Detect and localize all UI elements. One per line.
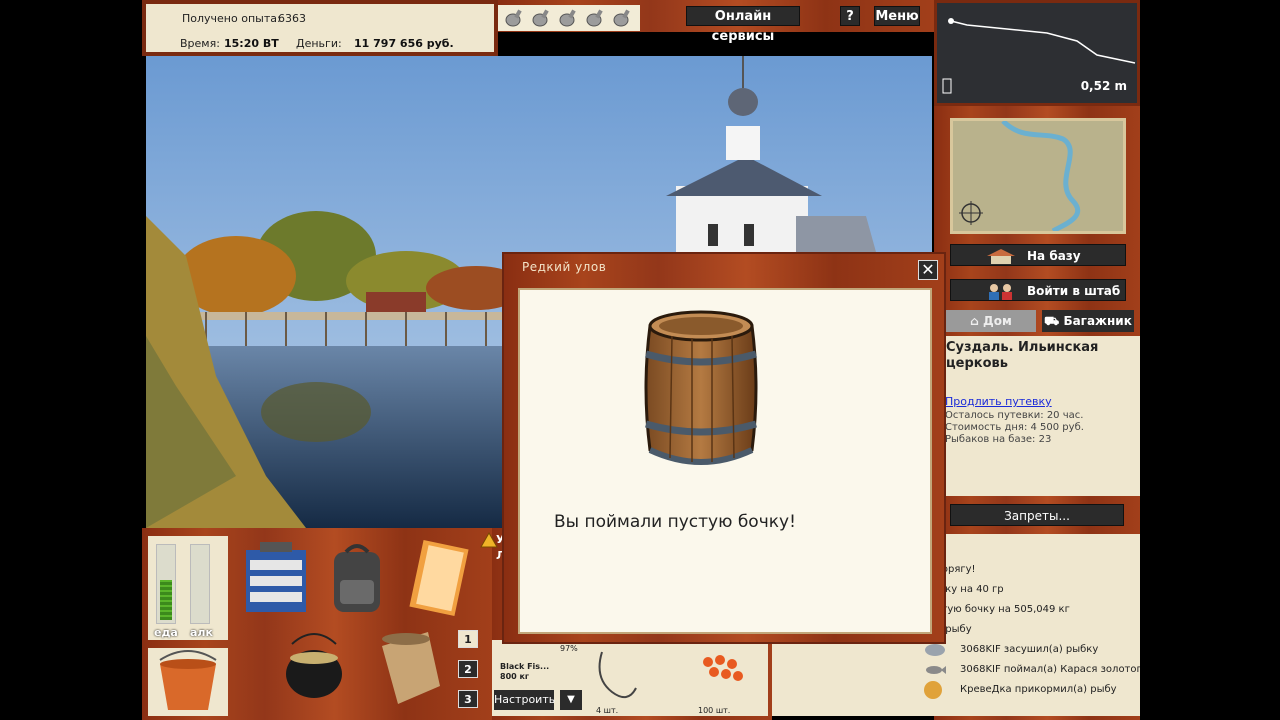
setup-dropdown-button[interactable]: ▼: [560, 690, 582, 710]
online-services-button[interactable]: Онлайн сервисы: [686, 6, 800, 44]
money-label: Деньги:: [296, 37, 342, 50]
log-line: 3068KIF поймал(а) Карася золотого на 293…: [960, 664, 1140, 675]
caviar-bait-icon[interactable]: [698, 652, 748, 688]
pan-icon: [925, 644, 945, 656]
bans-button[interactable]: Запреты...: [950, 504, 1124, 526]
bait-count: 100 шт.: [698, 706, 731, 715]
dialog-message: Вы поймали пустую бочку!: [554, 512, 796, 532]
enter-hq-label: Войти в штаб: [1027, 284, 1121, 298]
slot-1[interactable]: 1: [458, 630, 478, 648]
log-line: КревеДка прикормил(а) рыбу: [960, 684, 1117, 695]
location-info: Суздаль. Ильинская церковь Продлить путе…: [942, 336, 1140, 496]
tab-home-label: Дом: [983, 314, 1012, 328]
help-button[interactable]: ?: [840, 6, 860, 26]
tackle-box-icon[interactable]: [240, 540, 312, 616]
fish-bucket[interactable]: [148, 648, 228, 716]
people-icon: [989, 284, 1012, 300]
bottle-icon[interactable]: [585, 9, 605, 27]
time-value: 15:20 ВТ: [224, 37, 279, 50]
extend-permit-link[interactable]: Продлить путевку: [945, 395, 1052, 408]
status-panel: Получено опыта: 6363 Время: 15:20 ВТ Ден…: [142, 0, 498, 56]
close-button[interactable]: ✕: [918, 260, 938, 280]
bottles-bar: [498, 5, 640, 31]
permit-left: Осталось путевки: 20 час.: [945, 410, 1084, 421]
location-map[interactable]: [950, 118, 1126, 234]
pot-icon[interactable]: [282, 624, 346, 704]
depth-panel: 0,52 m: [934, 0, 1140, 106]
enter-hq-button[interactable]: Войти в штаб: [950, 279, 1126, 301]
rare-catch-dialog: Редкий улов ✕ Вы поймали пустую бочку!: [502, 252, 946, 644]
exp-label: Получено опыта:: [182, 12, 281, 25]
hook-count: 4 шт.: [596, 706, 619, 715]
time-label: Время:: [180, 37, 220, 50]
notebook-icon[interactable]: [404, 538, 470, 618]
game-window: Получено опыта: 6363 Время: 15:20 ВТ Ден…: [142, 0, 1140, 720]
tab-trunk-label: Багажник: [1063, 314, 1132, 328]
line-weight: 800 кг: [500, 672, 530, 681]
home-icon: ⌂: [970, 314, 984, 328]
setup-button[interactable]: Настроить: [494, 690, 555, 710]
tab-home[interactable]: ⌂ Дом: [946, 310, 1036, 332]
bait-icon: [924, 681, 942, 699]
backpack-icon[interactable]: [328, 540, 386, 616]
log-line: шку на 40 гр: [936, 584, 1004, 595]
money-value: 11 797 656 руб.: [354, 37, 454, 50]
slot-2[interactable]: 2: [458, 660, 478, 678]
dialog-body: Вы поймали пустую бочку!: [518, 288, 932, 634]
log-line: 3068KIF засушил(а) рыбку: [960, 644, 1099, 655]
barrel-icon: [644, 310, 758, 465]
tab-bar: ⌂ Дом ⛟ Багажник: [946, 310, 1136, 332]
to-base-label: На базу: [1027, 249, 1081, 263]
bottle-icon[interactable]: [504, 9, 524, 27]
log-line: стую бочку на 505,049 кг: [936, 604, 1070, 615]
to-base-button[interactable]: На базу: [950, 244, 1126, 266]
depth-value: 0,52 m: [1080, 79, 1127, 93]
alcohol-label: алк: [190, 626, 213, 639]
fish-icon: [926, 666, 946, 674]
line-name: Black Fis...: [500, 662, 550, 671]
alcohol-meter: [190, 544, 210, 624]
slot-3[interactable]: 3: [458, 690, 478, 708]
dialog-title: Редкий улов: [522, 260, 607, 274]
day-cost: Стоимость дня: 4 500 руб.: [945, 422, 1084, 433]
groundbait-bag-icon[interactable]: [368, 626, 444, 708]
bottle-icon[interactable]: [612, 9, 632, 27]
food-label: еда: [154, 626, 178, 639]
food-meter: [156, 544, 176, 624]
meters-panel: еда алк: [148, 536, 228, 640]
bottle-icon[interactable]: [558, 9, 578, 27]
bucket-icon: [159, 650, 217, 710]
bottle-icon[interactable]: [531, 9, 551, 27]
durability-value: 97%: [560, 644, 578, 653]
house-icon: [987, 249, 1015, 264]
menu-button[interactable]: Меню: [874, 6, 920, 26]
car-icon: ⛟: [1044, 314, 1064, 328]
hook-icon[interactable]: [592, 648, 642, 700]
exp-value: 6363: [278, 12, 306, 25]
location-title: Суздаль. Ильинская церковь: [946, 340, 1099, 371]
fishers-count: Рыбаков на базе: 23: [945, 434, 1052, 445]
tab-trunk[interactable]: ⛟ Багажник: [1042, 310, 1134, 332]
